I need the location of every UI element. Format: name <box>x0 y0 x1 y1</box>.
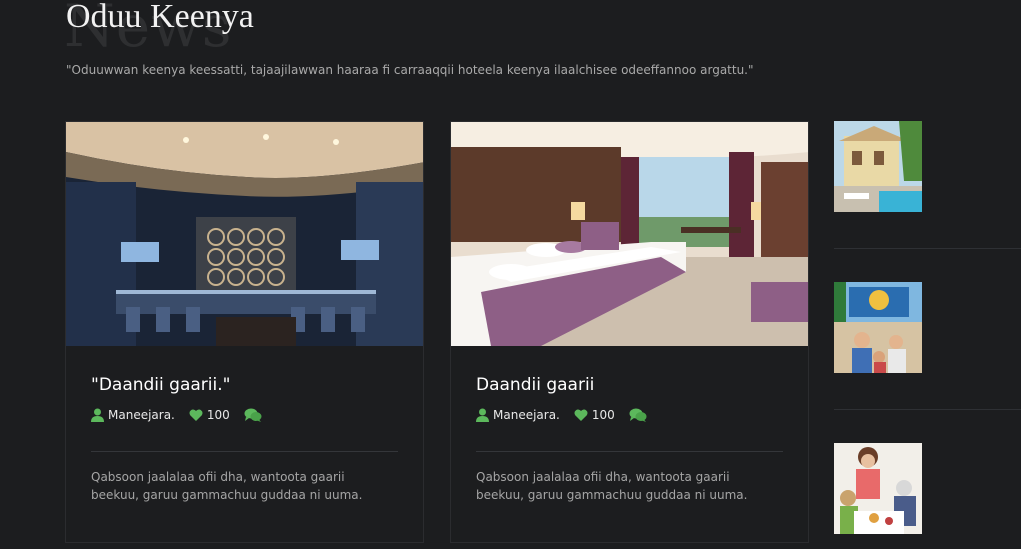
news-card-title[interactable]: Daandii gaarii <box>476 375 594 395</box>
news-card-image[interactable] <box>66 122 423 346</box>
sidebar-thumbnail-beach-crowd[interactable] <box>834 282 922 373</box>
news-card-author[interactable]: Maneejara. <box>108 408 175 422</box>
section-title: Oduu Keenya <box>66 0 254 35</box>
heart-icon <box>574 409 588 421</box>
sidebar-divider <box>834 409 1021 410</box>
news-card-meta: Maneejara. 100 <box>476 407 651 423</box>
news-card-meta: Maneejara. 100 <box>91 407 266 423</box>
heart-icon <box>189 409 203 421</box>
sidebar-thumbnail-resort-pool[interactable] <box>834 121 922 212</box>
news-card-excerpt: Qabsoon jaalalaa ofii dha, wantoota gaar… <box>476 470 748 502</box>
news-card-title[interactable]: "Daandii gaarii." <box>91 375 230 395</box>
news-card-divider <box>476 451 783 452</box>
news-card-author[interactable]: Maneejara. <box>493 408 560 422</box>
sidebar-thumbnail-family-dinner[interactable] <box>834 443 922 534</box>
comments-icon[interactable] <box>629 408 647 422</box>
comments-icon[interactable] <box>244 408 262 422</box>
user-icon <box>476 408 489 422</box>
section-subtitle: "Oduuwwan keenya keessatti, tajaajilawwa… <box>66 63 754 77</box>
news-card: Daandii gaarii Maneejara. 100 Qabsoon ja… <box>450 121 809 543</box>
sidebar-divider <box>834 248 1021 249</box>
user-icon <box>91 408 104 422</box>
news-card: "Daandii gaarii." Maneejara. 100 Qabsoon… <box>65 121 424 543</box>
news-card-divider <box>91 451 398 452</box>
news-card-excerpt: Qabsoon jaalalaa ofii dha, wantoota gaar… <box>91 470 363 502</box>
news-card-image[interactable] <box>451 122 808 346</box>
news-card-likes[interactable]: 100 <box>207 408 230 422</box>
news-card-likes[interactable]: 100 <box>592 408 615 422</box>
